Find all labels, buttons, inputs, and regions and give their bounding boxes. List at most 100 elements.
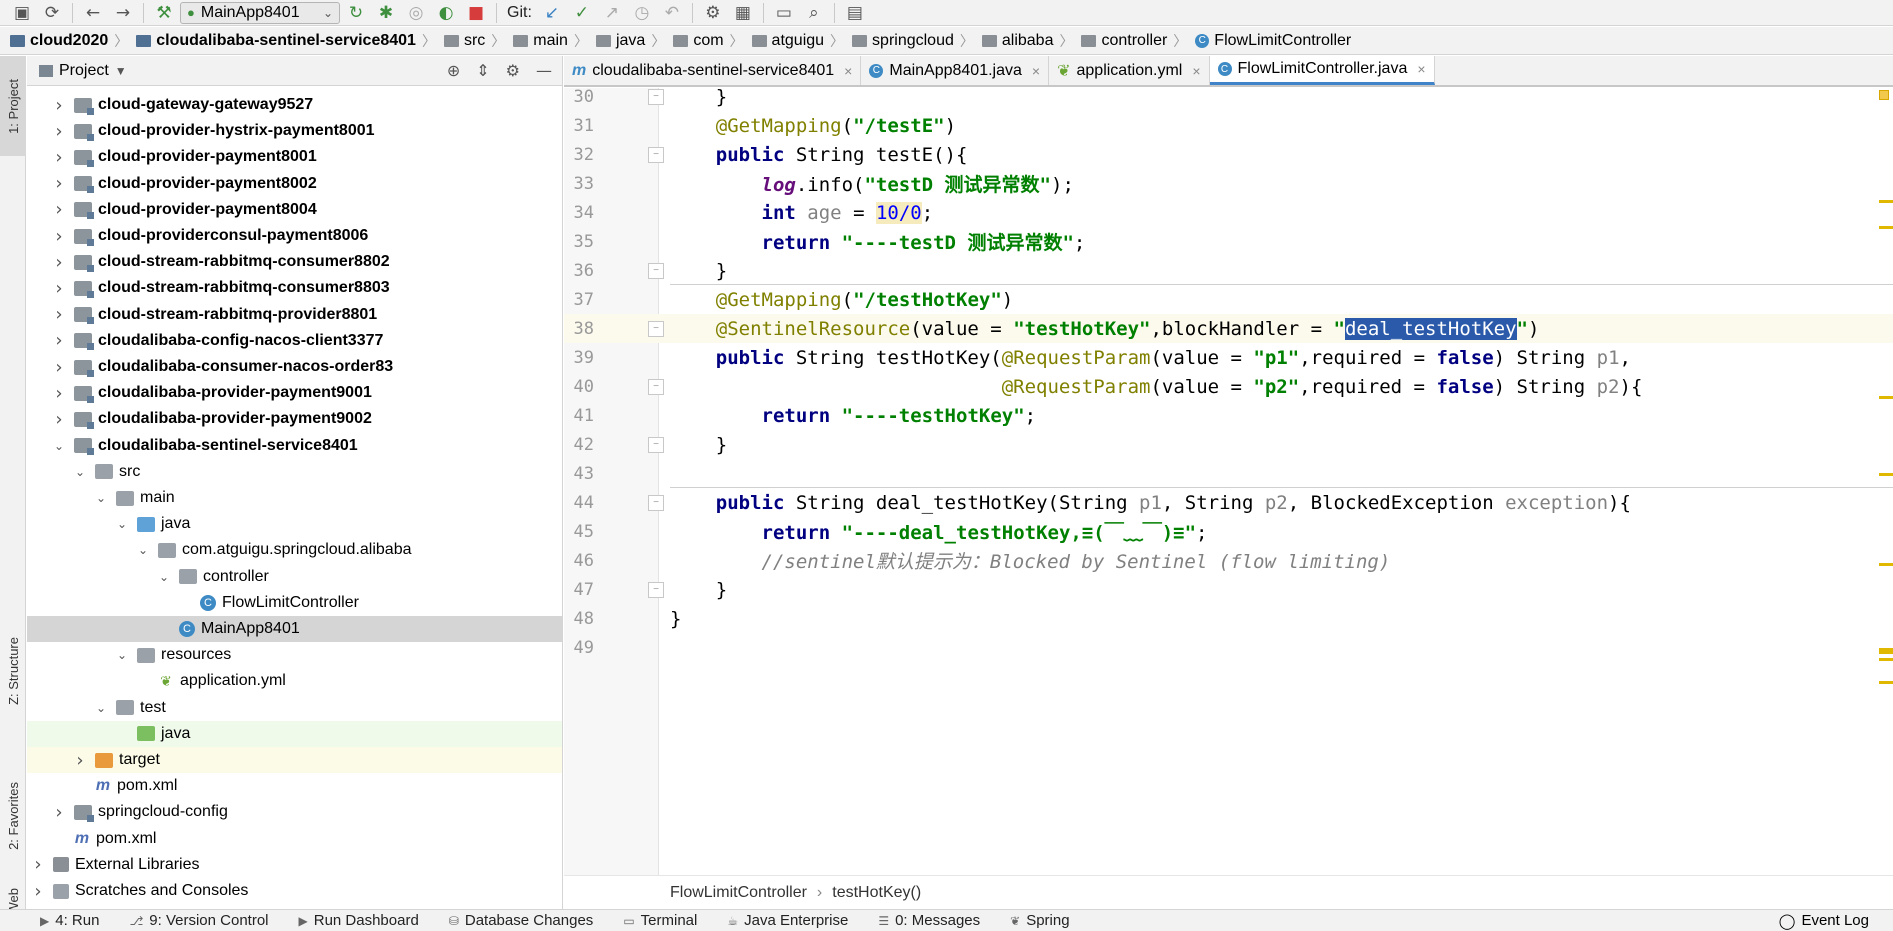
code-line[interactable]: 32 − public String testE(){	[564, 140, 1893, 169]
chevron-right-icon[interactable]: ›	[52, 409, 66, 430]
code-line[interactable]: 47 − }	[564, 575, 1893, 604]
tree-item[interactable]: › Scratches and Consoles	[27, 878, 562, 904]
tree-item[interactable]: m pom.xml	[27, 773, 562, 799]
bottom-tool-run[interactable]: ▶ 4: Run	[40, 912, 99, 929]
error-stripe-marker[interactable]	[1879, 658, 1893, 661]
chevron-down-icon[interactable]: ⌄	[94, 491, 108, 505]
chevron-right-icon[interactable]: ›	[52, 278, 66, 299]
breadcrumb-item[interactable]: cloudalibaba-sentinel-service8401	[136, 32, 416, 50]
chevron-right-icon[interactable]: ›	[52, 357, 66, 378]
bottom-tool-java-enterprise[interactable]: ☕ Java Enterprise	[727, 912, 848, 929]
error-stripe-marker[interactable]	[1879, 226, 1893, 229]
tree-item[interactable]: ⌄ com.atguigu.springcloud.alibaba	[27, 537, 562, 563]
tree-item[interactable]: › cloud-provider-payment8004	[27, 197, 562, 223]
build-hammer-icon[interactable]: ⚒	[150, 2, 178, 24]
tree-item[interactable]: › cloud-stream-rabbitmq-consumer8802	[27, 249, 562, 275]
breadcrumb-item[interactable]: main	[513, 32, 568, 50]
tree-item[interactable]: › cloud-provider-payment8002	[27, 171, 562, 197]
fold-icon[interactable]: −	[648, 378, 664, 395]
breadcrumb-item[interactable]: src	[443, 32, 485, 50]
chevron-right-icon[interactable]: ›	[73, 750, 87, 771]
tree-item[interactable]: › cloud-provider-hystrix-payment8001	[27, 118, 562, 144]
code-line[interactable]: 44 − public String deal_testHotKey(String…	[564, 488, 1893, 517]
git-commit-icon[interactable]: ✓	[568, 2, 596, 24]
code-line[interactable]: 41 return "----testHotKey";	[564, 401, 1893, 430]
fold-icon[interactable]: −	[648, 581, 664, 598]
chevron-right-icon[interactable]: ›	[31, 881, 45, 902]
search-icon[interactable]: ⌕	[800, 2, 828, 24]
editor-crumb-method[interactable]: testHotKey()	[832, 884, 921, 902]
tree-item[interactable]: › cloud-stream-rabbitmq-consumer8803	[27, 275, 562, 301]
bottom-tool-terminal[interactable]: ▭ Terminal	[623, 912, 697, 929]
editor-crumb-class[interactable]: FlowLimitController	[670, 884, 807, 902]
tab-favorites[interactable]: 2: Favorites	[0, 756, 26, 876]
code-line[interactable]: 39 public String testHotKey(@RequestPara…	[564, 343, 1893, 372]
editor-tab[interactable]: C MainApp8401.java ×	[861, 56, 1050, 85]
chevron-right-icon[interactable]: ›	[52, 304, 66, 325]
chevron-down-icon[interactable]: ⌄	[52, 439, 66, 453]
project-structure-icon[interactable]: ▦	[729, 2, 757, 24]
coverage-icon[interactable]: ◎	[402, 2, 430, 24]
tree-item[interactable]: › cloud-stream-rabbitmq-provider8801	[27, 302, 562, 328]
tree-item[interactable]: › cloudalibaba-config-nacos-client3377	[27, 328, 562, 354]
fold-icon[interactable]: −	[648, 494, 664, 511]
code-line[interactable]: 38 − @SentinelResource(value = "testHotKe…	[564, 314, 1893, 343]
fold-icon[interactable]: −	[648, 88, 664, 105]
editor-tab[interactable]: ❦ application.yml ×	[1049, 56, 1210, 85]
close-icon[interactable]: ×	[1417, 61, 1425, 77]
tree-item[interactable]: ⌄ test	[27, 695, 562, 721]
code-line[interactable]: 34 int age = 10/0;	[564, 198, 1893, 227]
terminal-icon[interactable]: ▭	[770, 2, 798, 24]
error-stripe-marker[interactable]	[1879, 651, 1893, 654]
tree-item[interactable]: › cloudalibaba-consumer-nacos-order83	[27, 354, 562, 380]
code-line[interactable]: 42 − }	[564, 430, 1893, 459]
chevron-down-icon[interactable]: ⌄	[94, 701, 108, 715]
forward-icon[interactable]: →	[109, 2, 137, 24]
gear-icon[interactable]: ⚙	[506, 61, 520, 80]
git-update-icon[interactable]: ↙	[538, 2, 566, 24]
chevron-right-icon[interactable]: ›	[52, 173, 66, 194]
code-line[interactable]: 36 − }	[564, 256, 1893, 285]
chevron-right-icon[interactable]: ›	[31, 854, 45, 875]
chevron-down-icon[interactable]: ▼	[115, 64, 127, 78]
code-line[interactable]: 49	[564, 633, 1893, 662]
git-push-icon[interactable]: ↗	[598, 2, 626, 24]
profile-icon[interactable]: ◐	[432, 2, 460, 24]
chevron-down-icon[interactable]: ⌄	[115, 517, 129, 531]
tree-item[interactable]: C FlowLimitController	[27, 590, 562, 616]
editor-tab[interactable]: C FlowLimitController.java ×	[1209, 56, 1435, 85]
error-stripe-marker[interactable]	[1879, 473, 1893, 476]
tab-project[interactable]: 1: Project	[0, 56, 26, 156]
close-icon[interactable]: ×	[1192, 63, 1200, 79]
chevron-right-icon[interactable]: ›	[52, 199, 66, 220]
tree-item[interactable]: › springcloud-config	[27, 799, 562, 825]
chevron-right-icon[interactable]: ›	[52, 95, 66, 116]
rerun-icon[interactable]: ↻	[342, 2, 370, 24]
fold-icon[interactable]: −	[648, 436, 664, 453]
code-line[interactable]: 46 //sentinel默认提示为：Blocked by Sentinel (…	[564, 546, 1893, 575]
save-all-icon[interactable]: ▣	[8, 2, 36, 24]
tree-item[interactable]: C MainApp8401	[27, 616, 562, 642]
revert-icon[interactable]: ↶	[658, 2, 686, 24]
error-stripe-marker[interactable]	[1879, 396, 1893, 399]
minimize-icon[interactable]: —	[536, 61, 552, 80]
chevron-right-icon[interactable]: ›	[52, 330, 66, 351]
tree-item[interactable]: › cloudalibaba-provider-payment9002	[27, 406, 562, 432]
chevron-right-icon[interactable]: ›	[52, 802, 66, 823]
tree-item[interactable]: java	[27, 720, 562, 747]
chevron-right-icon[interactable]: ›	[52, 226, 66, 247]
tree-item[interactable]: m pom.xml	[27, 826, 562, 852]
history-icon[interactable]: ◷	[628, 2, 656, 24]
inspection-status-icon[interactable]	[1879, 90, 1889, 100]
editor-tab[interactable]: m cloudalibaba-sentinel-service8401 ×	[564, 56, 862, 85]
project-panel-title[interactable]: Project	[59, 62, 109, 80]
code-line[interactable]: 48}	[564, 604, 1893, 633]
chevron-right-icon[interactable]: ›	[52, 252, 66, 273]
chevron-down-icon[interactable]: ⌄	[136, 543, 150, 557]
error-stripe-marker[interactable]	[1879, 200, 1893, 203]
code-line[interactable]: 43	[564, 459, 1893, 488]
back-icon[interactable]: ←	[79, 2, 107, 24]
code-line[interactable]: 30 − }	[564, 88, 1893, 111]
bottom-tool-run-dashboard[interactable]: ▶ Run Dashboard	[299, 912, 419, 929]
breadcrumb-item[interactable]: alibaba	[981, 32, 1053, 50]
